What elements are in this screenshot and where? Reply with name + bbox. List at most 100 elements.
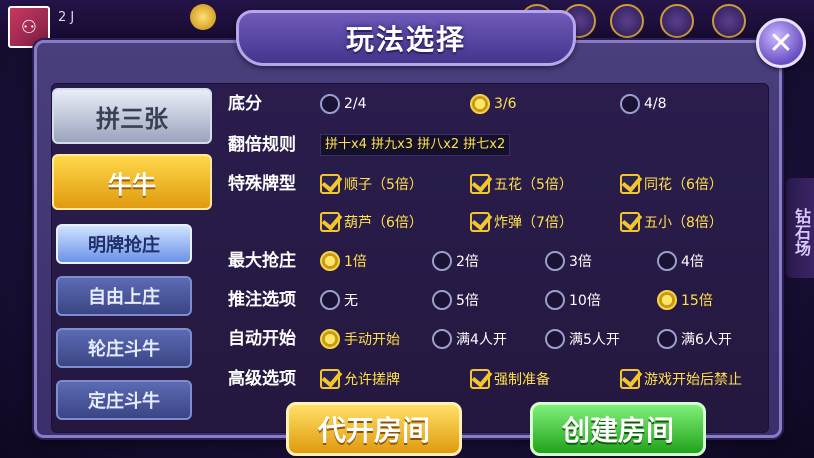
checkbox-checked-icon	[620, 369, 640, 389]
option-label: 满5人开	[569, 332, 620, 348]
auto-start-option[interactable]: 满4人开	[432, 328, 507, 350]
push-bet-option[interactable]: 15倍	[657, 289, 713, 311]
option-label: 五花（5倍）	[494, 177, 573, 193]
advanced-label: 高级选项	[228, 369, 296, 389]
subtab-ziyou-shangzhuang[interactable]: 自由上庄	[56, 276, 192, 316]
checkbox-checked-icon	[470, 369, 490, 389]
special-cards-label: 特殊牌型	[228, 174, 296, 194]
special-card-checkbox[interactable]: 同花（6倍）	[620, 173, 723, 195]
tab-label: 牛牛	[108, 170, 156, 199]
option-label: 5倍	[456, 293, 479, 309]
advanced-checkbox[interactable]: 强制准备	[470, 368, 550, 390]
option-label: 3倍	[569, 254, 592, 270]
auto-start-option[interactable]: 手动开始	[320, 328, 400, 350]
auto-start-option[interactable]: 满5人开	[545, 328, 620, 350]
proxy-open-room-button[interactable]: 代开房间	[286, 402, 462, 456]
option-label: 无	[344, 293, 358, 309]
close-icon: ✕	[768, 25, 794, 61]
radio-icon	[432, 329, 452, 349]
option-label: 满6人开	[681, 332, 732, 348]
special-card-checkbox[interactable]: 炸弹（7倍）	[470, 211, 573, 233]
special-card-checkbox[interactable]: 五小（8倍）	[620, 211, 723, 233]
max-bid-label: 最大抢庄	[228, 251, 296, 271]
tab-pinsanzhang[interactable]: 拼三张	[52, 88, 212, 144]
radio-icon	[545, 251, 565, 271]
option-label: 五小（8倍）	[644, 215, 723, 231]
checkbox-checked-icon	[470, 174, 490, 194]
push-bet-option[interactable]: 10倍	[545, 289, 601, 311]
option-label: 同花（6倍）	[644, 177, 723, 193]
option-label: 2/4	[344, 96, 367, 112]
max-bid-option[interactable]: 3倍	[545, 250, 592, 272]
option-label: 1倍	[344, 254, 367, 270]
max-bid-option[interactable]: 4倍	[657, 250, 704, 272]
push-bet-option[interactable]: 5倍	[432, 289, 479, 311]
radio-icon	[432, 251, 452, 271]
tab-niuniu[interactable]: 牛牛	[52, 154, 212, 210]
subtab-label: 明牌抢庄	[88, 235, 160, 256]
checkbox-checked-icon	[620, 174, 640, 194]
radio-selected-icon	[320, 251, 340, 271]
mail-icon[interactable]	[660, 4, 694, 38]
max-bid-option[interactable]: 1倍	[320, 250, 367, 272]
auto-start-label: 自动开始	[228, 329, 296, 349]
list-icon[interactable]	[610, 4, 644, 38]
option-label: 满4人开	[456, 332, 507, 348]
coin-icon	[190, 4, 216, 30]
subtab-label: 自由上庄	[88, 287, 160, 308]
radio-icon	[545, 290, 565, 310]
radio-selected-icon	[320, 329, 340, 349]
option-label: 15倍	[681, 293, 713, 309]
push-bet-option[interactable]: 无	[320, 289, 358, 311]
option-label: 炸弹（7倍）	[494, 215, 573, 231]
advanced-checkbox[interactable]: 允许搓牌	[320, 368, 400, 390]
option-label: 允许搓牌	[344, 372, 400, 388]
radio-icon	[320, 94, 340, 114]
option-label: 3/6	[494, 96, 517, 112]
option-label: 手动开始	[344, 332, 400, 348]
close-button[interactable]: ✕	[756, 18, 806, 68]
option-label: 游戏开始后禁止	[644, 372, 742, 388]
tab-label: 拼三张	[96, 104, 168, 133]
checkbox-checked-icon	[470, 212, 490, 232]
radio-icon	[657, 251, 677, 271]
radio-icon	[432, 290, 452, 310]
checkbox-checked-icon	[320, 212, 340, 232]
special-card-checkbox[interactable]: 顺子（5倍）	[320, 173, 423, 195]
advanced-checkbox[interactable]: 游戏开始后禁止	[620, 368, 770, 390]
radio-icon	[545, 329, 565, 349]
push-bet-label: 推注选项	[228, 290, 296, 310]
double-rule-value: 拼十x4 拼九x3 拼八x2 拼七x2	[320, 134, 511, 156]
option-label: 强制准备	[494, 372, 550, 388]
diamond-room-label[interactable]: 钻石场	[786, 178, 814, 278]
create-room-button[interactable]: 创建房间	[530, 402, 706, 456]
option-label: 葫芦（6倍）	[344, 215, 423, 231]
special-card-checkbox[interactable]: 五花（5倍）	[470, 173, 573, 195]
subtab-lunzhuang-douniu[interactable]: 轮庄斗牛	[56, 328, 192, 368]
dialog-title: 玩法选择	[345, 23, 466, 56]
radio-icon	[657, 329, 677, 349]
radio-selected-icon	[657, 290, 677, 310]
option-label: 2倍	[456, 254, 479, 270]
checkbox-checked-icon	[620, 212, 640, 232]
user-id: 2 J	[58, 10, 75, 25]
base-score-option[interactable]: 2/4	[320, 93, 367, 115]
option-label: 4倍	[681, 254, 704, 270]
base-score-label: 底分	[228, 94, 262, 114]
checkbox-checked-icon	[320, 369, 340, 389]
checkbox-checked-icon	[320, 174, 340, 194]
subtab-mingpai-qiangzhuang[interactable]: 明牌抢庄	[56, 224, 192, 264]
radio-selected-icon	[470, 94, 490, 114]
special-card-checkbox[interactable]: 葫芦（6倍）	[320, 211, 423, 233]
max-bid-option[interactable]: 2倍	[432, 250, 479, 272]
base-score-option[interactable]: 4/8	[620, 93, 667, 115]
option-label: 顺子（5倍）	[344, 177, 423, 193]
auto-start-option[interactable]: 满6人开	[657, 328, 732, 350]
subtab-dingzhuang-douniu[interactable]: 定庄斗牛	[56, 380, 192, 420]
dialog-title-plate: 玩法选择	[236, 10, 576, 66]
service-icon[interactable]	[712, 4, 746, 38]
subtab-label: 定庄斗牛	[88, 391, 160, 412]
base-score-option[interactable]: 3/6	[470, 93, 517, 115]
subtab-label: 轮庄斗牛	[88, 339, 160, 360]
radio-icon	[620, 94, 640, 114]
